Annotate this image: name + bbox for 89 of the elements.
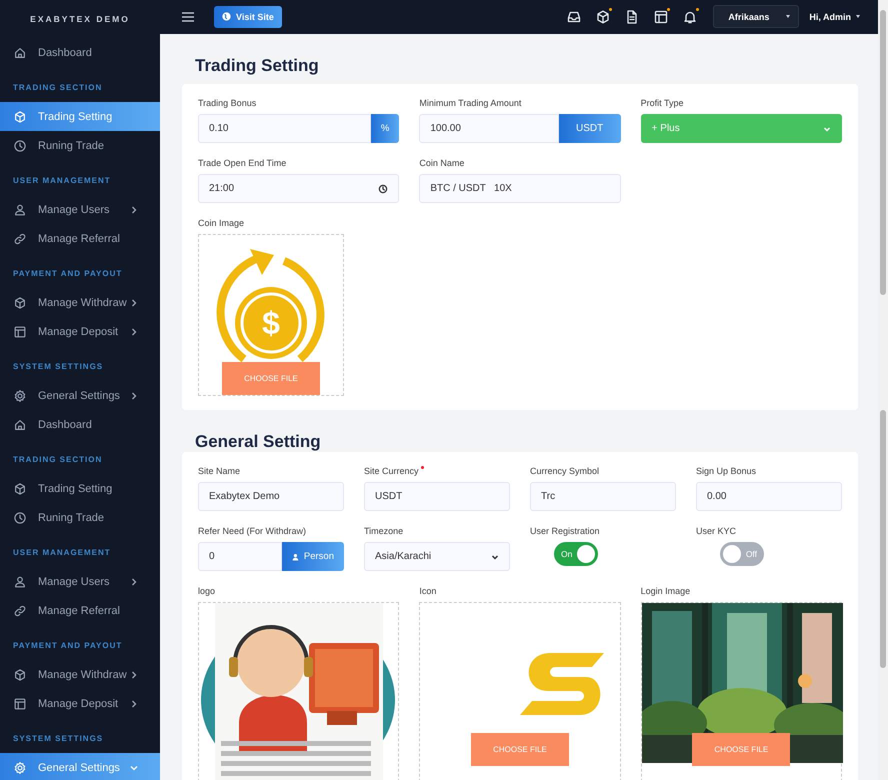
chevron-down-icon — [822, 124, 831, 132]
section-heading: PAYMENT AND PAYOUT — [13, 269, 122, 278]
sidebar-item[interactable]: Manage Referral — [0, 224, 160, 253]
section-heading: SYSTEM SETTINGS — [13, 734, 104, 743]
field-label: Trading Bonus — [198, 98, 256, 109]
field-label: Trade Open End Time — [198, 158, 286, 169]
section-heading: SYSTEM SETTINGS — [13, 362, 104, 371]
field-label: logo — [198, 586, 216, 597]
section-heading: USER MANAGEMENT — [13, 176, 111, 185]
text-field[interactable]: Trc — [530, 482, 676, 511]
table-icon[interactable] — [653, 8, 670, 25]
cube-icon[interactable] — [595, 8, 612, 25]
sidebar-item[interactable]: Runing Trade — [0, 503, 160, 532]
field-label: Coin Image — [198, 218, 244, 229]
user-menu[interactable]: Hi, Admin — [809, 12, 860, 22]
logo-mark-icon — [520, 653, 604, 717]
number-field[interactable]: 100.00 — [419, 114, 559, 143]
settings-icon — [13, 388, 27, 402]
sidebar-item[interactable]: Manage Withdraw — [0, 660, 160, 689]
field-label: Sign Up Bonus — [696, 466, 756, 477]
number-field[interactable]: 0 — [198, 542, 282, 571]
section-heading: TRADING SECTION — [13, 455, 102, 464]
table-icon — [13, 324, 27, 338]
toggle-knob — [577, 545, 595, 563]
cube-icon — [13, 110, 27, 124]
field-label: Timezone — [364, 526, 404, 537]
section-heading: USER MANAGEMENT — [13, 548, 111, 557]
user-icon — [292, 552, 299, 562]
clock-icon — [13, 138, 27, 152]
sidebar-item[interactable]: Trading Setting — [0, 474, 160, 503]
text-field[interactable]: 0.00 — [696, 482, 842, 511]
user-icon — [13, 202, 27, 216]
sidebar-item[interactable]: Manage Deposit — [0, 317, 160, 346]
page-title: Trading Setting — [194, 54, 320, 77]
field-label: Minimum Trading Amount — [419, 98, 522, 109]
sidebar-item[interactable]: General Settings — [0, 381, 160, 410]
number-field[interactable]: 0.10 — [198, 114, 371, 143]
sidebar-item[interactable]: Manage Deposit — [0, 689, 160, 718]
table-icon — [13, 696, 27, 710]
settings-icon — [13, 760, 27, 774]
cube-icon — [13, 482, 27, 496]
sidebar-item[interactable]: Manage Referral — [0, 596, 160, 625]
brand-name: EXABYTEX DEMO — [30, 14, 130, 24]
caret-icon — [786, 15, 790, 18]
home-icon — [13, 418, 27, 432]
field-label: Coin Name — [419, 158, 464, 169]
toggle-knob — [723, 545, 741, 563]
chevron-down-icon — [491, 552, 499, 560]
menu-icon[interactable] — [182, 12, 194, 22]
time-field[interactable]: 21:00 — [198, 174, 400, 203]
field-label: User Registration — [530, 526, 600, 537]
clock-icon — [13, 510, 27, 524]
sidebar-item[interactable]: Manage Users — [0, 195, 160, 224]
link-icon — [13, 604, 27, 618]
select-field[interactable]: Asia/Karachi — [364, 542, 510, 571]
link-icon — [13, 232, 27, 246]
section-heading: PAYMENT AND PAYOUT — [13, 641, 122, 650]
field-label: Refer Need (For Withdraw) — [198, 526, 306, 537]
cube-icon — [13, 668, 27, 682]
field-label: User KYC — [696, 526, 736, 537]
sidebar-item[interactable]: Runing Trade — [0, 131, 160, 160]
field-label: Login Image — [640, 586, 690, 597]
home-icon — [13, 46, 27, 60]
sidebar-item[interactable]: Manage Withdraw — [0, 288, 160, 317]
globe-icon — [222, 12, 231, 22]
page-title: General Setting — [194, 431, 322, 452]
language-select[interactable]: Afrikaans — [713, 5, 800, 28]
caret-icon — [856, 15, 860, 18]
visit-site-button[interactable]: Visit Site — [214, 6, 282, 28]
user-icon — [13, 574, 27, 588]
text-field[interactable]: BTC / USDT 10X — [419, 174, 621, 203]
sidebar-item[interactable]: Dashboard — [0, 410, 160, 439]
section-heading: TRADING SECTION — [13, 83, 102, 92]
sidebar-item[interactable]: Manage Users — [0, 567, 160, 596]
scrollbar-thumb[interactable] — [880, 410, 886, 668]
unit-addon: USDT — [558, 114, 621, 143]
scrollbar-thumb[interactable] — [880, 10, 886, 295]
field-label: Site Name — [198, 466, 240, 477]
field-label: Site Currency — [364, 466, 419, 477]
text-field[interactable]: Exabytex Demo — [198, 482, 344, 511]
field-label: Icon — [419, 586, 436, 597]
clock-icon — [378, 184, 388, 194]
text-field[interactable]: USDT — [364, 482, 510, 511]
sidebar-item[interactable]: Dashboard — [0, 38, 160, 67]
cube-icon — [13, 296, 27, 310]
unit-addon: % — [370, 114, 400, 143]
dollar-symbol: $ — [262, 305, 280, 341]
field-label: Currency Symbol — [530, 466, 600, 477]
field-label: Profit Type — [640, 98, 684, 109]
